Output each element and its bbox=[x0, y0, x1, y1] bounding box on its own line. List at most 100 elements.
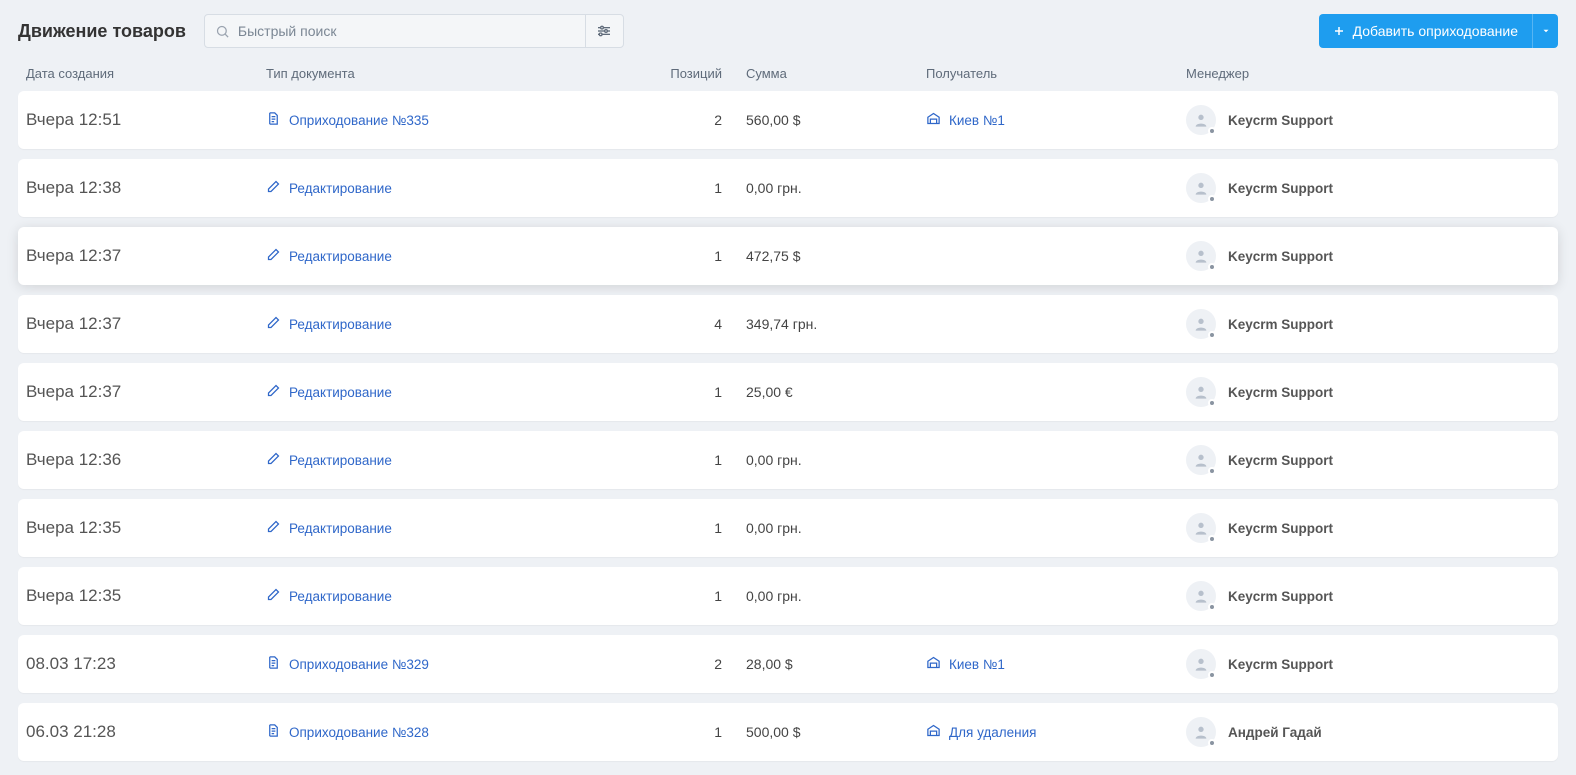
cell-date: Вчера 12:36 bbox=[26, 450, 266, 470]
warehouse-icon bbox=[926, 111, 941, 126]
table-row[interactable]: Вчера 12:37 Редактирование 1 25,00 € Key… bbox=[18, 363, 1558, 421]
person-icon bbox=[1193, 384, 1209, 400]
edit-icon bbox=[266, 383, 281, 398]
search-input[interactable] bbox=[238, 23, 575, 39]
doc-link[interactable]: Редактирование bbox=[289, 385, 392, 400]
edit-icon bbox=[266, 315, 281, 330]
cell-positions: 1 bbox=[626, 452, 746, 468]
table-row[interactable]: Вчера 12:38 Редактирование 1 0,00 грн. K… bbox=[18, 159, 1558, 217]
add-receipt-button[interactable]: Добавить оприходование bbox=[1319, 14, 1558, 48]
search-icon bbox=[215, 24, 230, 39]
manager-name: Keycrm Support bbox=[1228, 521, 1333, 536]
manager-name: Keycrm Support bbox=[1228, 317, 1333, 332]
manager-name: Keycrm Support bbox=[1228, 589, 1333, 604]
add-receipt-dropdown[interactable] bbox=[1532, 14, 1558, 48]
avatar bbox=[1186, 241, 1216, 271]
person-icon bbox=[1193, 588, 1209, 604]
plus-icon bbox=[1333, 25, 1345, 37]
search-wrap bbox=[204, 14, 624, 48]
receipt-icon bbox=[266, 111, 281, 126]
cell-sum: 25,00 € bbox=[746, 384, 926, 400]
cell-date: Вчера 12:51 bbox=[26, 110, 266, 130]
person-icon bbox=[1193, 656, 1209, 672]
cell-positions: 2 bbox=[626, 656, 746, 672]
th-date[interactable]: Дата создания bbox=[26, 66, 266, 81]
table-row[interactable]: Вчера 12:37 Редактирование 1 472,75 $ Ke… bbox=[18, 227, 1558, 285]
warehouse-icon bbox=[926, 655, 941, 670]
person-icon bbox=[1193, 180, 1209, 196]
manager-name: Keycrm Support bbox=[1228, 249, 1333, 264]
doc-link[interactable]: Оприходование №328 bbox=[289, 725, 429, 740]
th-doc[interactable]: Тип документа bbox=[266, 66, 626, 81]
person-icon bbox=[1193, 452, 1209, 468]
manager-name: Keycrm Support bbox=[1228, 657, 1333, 672]
table-row[interactable]: Вчера 12:36 Редактирование 1 0,00 грн. K… bbox=[18, 431, 1558, 489]
avatar bbox=[1186, 581, 1216, 611]
avatar bbox=[1186, 309, 1216, 339]
cell-sum: 560,00 $ bbox=[746, 112, 926, 128]
cell-positions: 1 bbox=[626, 724, 746, 740]
avatar bbox=[1186, 717, 1216, 747]
avatar bbox=[1186, 445, 1216, 475]
edit-icon bbox=[266, 247, 281, 262]
cell-positions: 1 bbox=[626, 248, 746, 264]
cell-date: Вчера 12:37 bbox=[26, 382, 266, 402]
person-icon bbox=[1193, 520, 1209, 536]
table-row[interactable]: Вчера 12:51 Оприходование №335 2 560,00 … bbox=[18, 91, 1558, 149]
cell-date: 08.03 17:23 bbox=[26, 654, 266, 674]
caret-down-icon bbox=[1541, 26, 1551, 36]
cell-sum: 500,00 $ bbox=[746, 724, 926, 740]
person-icon bbox=[1193, 112, 1209, 128]
th-rec[interactable]: Получатель bbox=[926, 66, 1186, 81]
cell-date: Вчера 12:35 bbox=[26, 518, 266, 538]
cell-sum: 349,74 грн. bbox=[746, 316, 926, 332]
filter-button[interactable] bbox=[585, 15, 623, 47]
recipient-link[interactable]: Киев №1 bbox=[949, 657, 1005, 672]
manager-name: Андрей Гадай bbox=[1228, 725, 1322, 740]
th-pos[interactable]: Позиций bbox=[626, 66, 746, 81]
page-title: Движение товаров bbox=[18, 21, 186, 42]
avatar bbox=[1186, 377, 1216, 407]
table-row[interactable]: Вчера 12:35 Редактирование 1 0,00 грн. K… bbox=[18, 567, 1558, 625]
avatar bbox=[1186, 105, 1216, 135]
cell-date: Вчера 12:37 bbox=[26, 314, 266, 334]
edit-icon bbox=[266, 519, 281, 534]
table-header: Дата создания Тип документа Позиций Сумм… bbox=[18, 66, 1558, 91]
doc-link[interactable]: Оприходование №335 bbox=[289, 113, 429, 128]
recipient-link[interactable]: Для удаления bbox=[949, 725, 1036, 740]
cell-positions: 1 bbox=[626, 520, 746, 536]
topbar: Движение товаров Добавить оприходование bbox=[18, 14, 1558, 48]
doc-link[interactable]: Редактирование bbox=[289, 181, 392, 196]
cell-positions: 1 bbox=[626, 588, 746, 604]
table-row[interactable]: Вчера 12:37 Редактирование 4 349,74 грн.… bbox=[18, 295, 1558, 353]
avatar bbox=[1186, 173, 1216, 203]
receipt-icon bbox=[266, 723, 281, 738]
doc-link[interactable]: Редактирование bbox=[289, 453, 392, 468]
th-mgr[interactable]: Менеджер bbox=[1186, 66, 1550, 81]
cell-positions: 2 bbox=[626, 112, 746, 128]
cell-sum: 472,75 $ bbox=[746, 248, 926, 264]
cell-sum: 0,00 грн. bbox=[746, 452, 926, 468]
sliders-icon bbox=[596, 23, 612, 39]
cell-date: Вчера 12:38 bbox=[26, 178, 266, 198]
cell-date: Вчера 12:35 bbox=[26, 586, 266, 606]
table-row[interactable]: Вчера 12:35 Редактирование 1 0,00 грн. K… bbox=[18, 499, 1558, 557]
cell-sum: 28,00 $ bbox=[746, 656, 926, 672]
cell-sum: 0,00 грн. bbox=[746, 180, 926, 196]
doc-link[interactable]: Редактирование bbox=[289, 317, 392, 332]
th-sum[interactable]: Сумма bbox=[746, 66, 926, 81]
person-icon bbox=[1193, 248, 1209, 264]
doc-link[interactable]: Редактирование bbox=[289, 589, 392, 604]
manager-name: Keycrm Support bbox=[1228, 385, 1333, 400]
doc-link[interactable]: Редактирование bbox=[289, 521, 392, 536]
table-row[interactable]: 08.03 17:23 Оприходование №329 2 28,00 $… bbox=[18, 635, 1558, 693]
edit-icon bbox=[266, 587, 281, 602]
table-row[interactable]: 06.03 21:28 Оприходование №328 1 500,00 … bbox=[18, 703, 1558, 761]
doc-link[interactable]: Оприходование №329 bbox=[289, 657, 429, 672]
recipient-link[interactable]: Киев №1 bbox=[949, 113, 1005, 128]
manager-name: Keycrm Support bbox=[1228, 453, 1333, 468]
cell-date: Вчера 12:37 bbox=[26, 246, 266, 266]
edit-icon bbox=[266, 451, 281, 466]
doc-link[interactable]: Редактирование bbox=[289, 249, 392, 264]
person-icon bbox=[1193, 724, 1209, 740]
